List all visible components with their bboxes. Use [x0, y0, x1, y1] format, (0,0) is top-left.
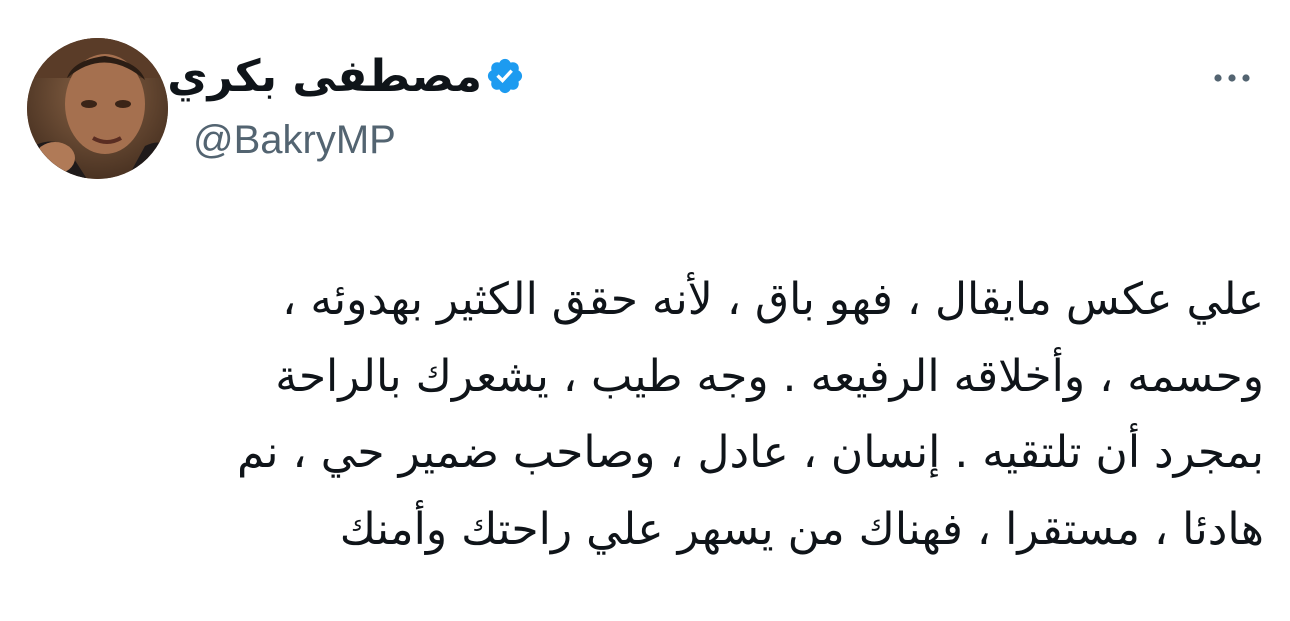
profile-photo-icon: [27, 38, 168, 179]
tweet-text-line: بمجرد أن تلتقيه . إنسان ، عادل ، وصاحب ض…: [237, 427, 1264, 478]
avatar[interactable]: [27, 38, 168, 179]
tweet-text-line: وحسمه ، وأخلاقه الرفيعه . وجه طيب ، يشعر…: [275, 350, 1264, 402]
tweet-card: مصطفى بكري @BakryMP علي عكس مايقال ، فهو…: [0, 0, 1290, 621]
tweet-text-line: هادئا ، مستقرا ، فهناك من يسهر علي راحتك…: [339, 503, 1264, 555]
user-handle[interactable]: @BakryMP: [193, 112, 396, 168]
display-name[interactable]: مصطفى بكري: [167, 44, 482, 110]
verified-badge-icon: [485, 56, 525, 96]
tweet-text-line: علي عكس مايقال ، فهو باق ، لأنه حقق الكث…: [282, 274, 1264, 325]
more-options-icon[interactable]: [1206, 58, 1258, 98]
tweet-text: علي عكس مايقال ، فهو باق ، لأنه حقق الكث…: [120, 262, 1264, 568]
